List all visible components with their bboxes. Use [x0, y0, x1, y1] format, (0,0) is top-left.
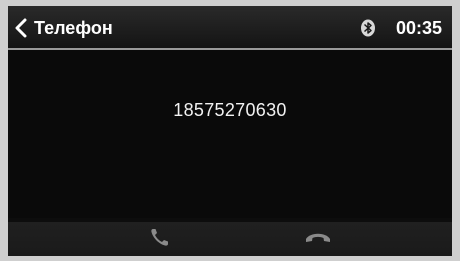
dial-display: 18575270630 [8, 50, 452, 218]
bluetooth-icon [360, 19, 376, 37]
call-controls [8, 222, 452, 256]
phone-screen: Телефон 00:35 18575270630 [8, 6, 452, 256]
top-bar: Телефон 00:35 [8, 6, 452, 50]
chevron-left-icon [14, 18, 28, 38]
hangup-button[interactable] [294, 226, 342, 252]
dialed-number: 18575270630 [173, 100, 287, 120]
call-button[interactable] [136, 226, 184, 252]
phone-hangup-icon [304, 229, 332, 250]
clock: 00:35 [395, 18, 442, 38]
screen-title: Телефон [34, 17, 113, 38]
phone-call-icon [149, 226, 171, 253]
back-button[interactable]: Телефон [14, 14, 113, 42]
